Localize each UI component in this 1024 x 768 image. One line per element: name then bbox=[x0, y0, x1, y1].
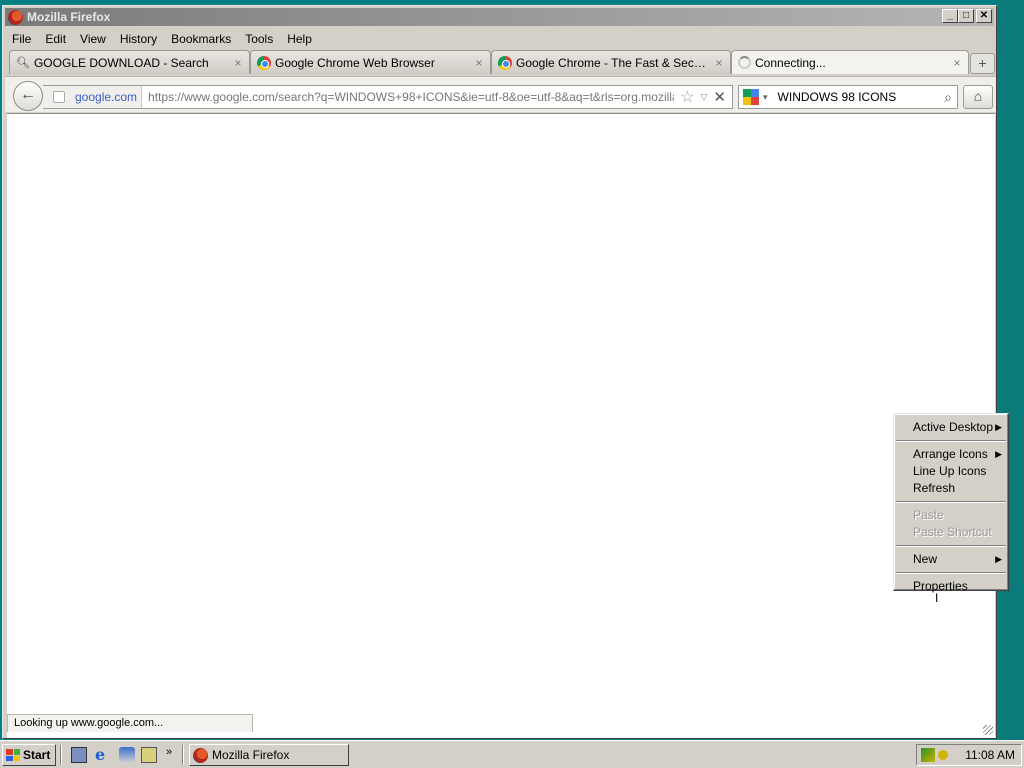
tab-label: GOOGLE DOWNLOAD - Search bbox=[33, 55, 209, 70]
taskbar-separator bbox=[60, 745, 62, 765]
desktop-context-menu: Active Desktop ▶ Arrange Icons ▶ Line Up… bbox=[893, 413, 1009, 593]
chrome-icon bbox=[257, 55, 271, 70]
chrome-icon bbox=[498, 55, 512, 70]
back-button[interactable]: ← bbox=[13, 81, 43, 111]
clock[interactable]: 11:08 AM bbox=[965, 748, 1015, 762]
stop-icon[interactable]: ✕ bbox=[713, 88, 726, 106]
tab-label: Google Chrome - The Fast & Secure We... bbox=[516, 55, 712, 70]
url-bar-actions: ☆ ▽ ✕ bbox=[674, 87, 732, 107]
outlook-express-icon[interactable] bbox=[141, 747, 157, 763]
menu-help[interactable]: Help bbox=[280, 29, 319, 48]
search-icon: 🔍︎ bbox=[16, 57, 30, 69]
engine-dropdown-icon[interactable]: ▾ bbox=[763, 92, 768, 103]
tab-close-icon[interactable]: × bbox=[472, 56, 486, 70]
tab-google-download-search[interactable]: 🔍︎ GOOGLE DOWNLOAD - Search × bbox=[9, 50, 250, 74]
site-identity-label: google.com bbox=[75, 90, 138, 104]
ctx-line-up-icons[interactable]: Line Up Icons bbox=[894, 463, 1008, 480]
firefox-window: Mozilla Firefox _ □ ✕ File Edit View His… bbox=[2, 5, 997, 739]
search-input[interactable]: WINDOWS 98 ICONS bbox=[774, 90, 939, 104]
status-bar: Looking up www.google.com... bbox=[7, 714, 253, 732]
resize-grip[interactable] bbox=[983, 725, 993, 735]
page-content[interactable] bbox=[7, 113, 995, 738]
url-bar[interactable]: google.com https://www.google.com/search… bbox=[43, 85, 733, 109]
maximize-button[interactable]: □ bbox=[958, 9, 974, 23]
home-icon: ⌂ bbox=[973, 88, 983, 104]
menu-file[interactable]: File bbox=[5, 29, 38, 48]
menu-edit[interactable]: Edit bbox=[38, 29, 73, 48]
system-tray: 11:08 AM bbox=[916, 744, 1022, 766]
taskbar-firefox-label: Mozilla Firefox bbox=[212, 748, 290, 762]
show-desktop-icon[interactable] bbox=[71, 747, 87, 763]
windows-logo-icon bbox=[6, 749, 20, 761]
quick-launch-more-button[interactable]: » bbox=[166, 746, 172, 758]
menu-history[interactable]: History bbox=[113, 29, 164, 48]
title-bar[interactable]: Mozilla Firefox _ □ ✕ bbox=[5, 8, 994, 26]
tab-strip: 🔍︎ GOOGLE DOWNLOAD - Search × Google Chr… bbox=[7, 50, 997, 76]
minimize-button[interactable]: _ bbox=[942, 9, 958, 23]
new-tab-button[interactable]: + bbox=[970, 53, 995, 74]
menu-separator bbox=[896, 440, 1006, 442]
back-arrow-icon: ← bbox=[20, 86, 36, 103]
window-title: Mozilla Firefox bbox=[27, 10, 111, 24]
start-label: Start bbox=[23, 748, 51, 762]
search-icon[interactable]: ⌕ bbox=[939, 89, 957, 106]
security-key-icon[interactable] bbox=[938, 750, 948, 760]
tab-close-icon[interactable]: × bbox=[950, 56, 964, 70]
ctx-arrange-icons-label: Arrange Icons bbox=[913, 447, 988, 461]
taskbar-firefox-button[interactable]: Mozilla Firefox bbox=[189, 744, 349, 766]
page-icon bbox=[53, 91, 65, 103]
google-engine-icon[interactable] bbox=[743, 89, 759, 105]
menu-bar: File Edit View History Bookmarks Tools H… bbox=[5, 29, 319, 48]
menu-separator bbox=[896, 545, 1006, 547]
url-input[interactable]: https://www.google.com/search?q=WINDOWS+… bbox=[142, 90, 674, 104]
search-bar[interactable]: ▾ WINDOWS 98 ICONS ⌕ bbox=[738, 85, 958, 109]
tab-close-icon[interactable]: × bbox=[712, 56, 726, 70]
close-button[interactable]: ✕ bbox=[976, 9, 992, 23]
firefox-icon bbox=[8, 9, 23, 25]
taskbar-separator bbox=[182, 745, 184, 765]
tab-label: Connecting... bbox=[755, 55, 826, 70]
menu-view[interactable]: View bbox=[73, 29, 113, 48]
ctx-paste: Paste bbox=[913, 508, 944, 522]
ctx-paste-shortcut: Paste Shortcut bbox=[913, 525, 992, 539]
tab-connecting[interactable]: Connecting... × bbox=[731, 50, 969, 74]
navigation-toolbar: ← google.com https://www.google.com/sear… bbox=[5, 76, 996, 112]
start-button[interactable]: Start bbox=[2, 744, 56, 766]
text-cursor-icon: I bbox=[935, 591, 939, 605]
ctx-new-label: New bbox=[913, 552, 938, 566]
firefox-icon bbox=[193, 747, 208, 763]
ctx-properties[interactable]: Properties bbox=[894, 578, 1008, 595]
tab-label: Google Chrome Web Browser bbox=[275, 55, 435, 70]
desktop-background[interactable] bbox=[998, 0, 1024, 740]
submenu-arrow-icon: ▶ bbox=[995, 554, 1002, 564]
tab-close-icon[interactable]: × bbox=[231, 56, 245, 70]
internet-explorer-icon[interactable]: e bbox=[95, 747, 111, 763]
taskbar: Start e » Mozilla Firefox 11:08 AM bbox=[0, 740, 1024, 768]
site-identity-button[interactable]: google.com bbox=[43, 86, 143, 108]
window-controls: _ □ ✕ bbox=[942, 9, 992, 23]
home-button[interactable]: ⌂ bbox=[963, 85, 993, 109]
tab-chrome-web-browser[interactable]: Google Chrome Web Browser × bbox=[250, 50, 491, 74]
ctx-arrange-icons[interactable]: Arrange Icons ▶ bbox=[894, 446, 1008, 463]
menu-bookmarks[interactable]: Bookmarks bbox=[164, 29, 238, 48]
menu-tools[interactable]: Tools bbox=[238, 29, 280, 48]
tab-chrome-fast-secure[interactable]: Google Chrome - The Fast & Secure We... … bbox=[491, 50, 731, 74]
bookmark-star-icon[interactable]: ☆ bbox=[680, 87, 694, 107]
submenu-arrow-icon: ▶ bbox=[995, 449, 1002, 459]
loading-spinner-icon bbox=[738, 56, 751, 69]
ctx-new[interactable]: New ▶ bbox=[894, 551, 1008, 568]
network-icon[interactable] bbox=[921, 748, 935, 762]
dropdown-arrow-icon[interactable]: ▽ bbox=[701, 92, 708, 103]
menu-separator bbox=[896, 572, 1006, 574]
ctx-active-desktop-label: Active Desktop bbox=[913, 420, 994, 434]
submenu-arrow-icon: ▶ bbox=[995, 422, 1002, 432]
ctx-refresh[interactable]: Refresh bbox=[894, 480, 1008, 497]
view-channels-icon[interactable] bbox=[119, 747, 135, 763]
ctx-active-desktop[interactable]: Active Desktop ▶ bbox=[894, 419, 1008, 436]
menu-separator bbox=[896, 501, 1006, 503]
